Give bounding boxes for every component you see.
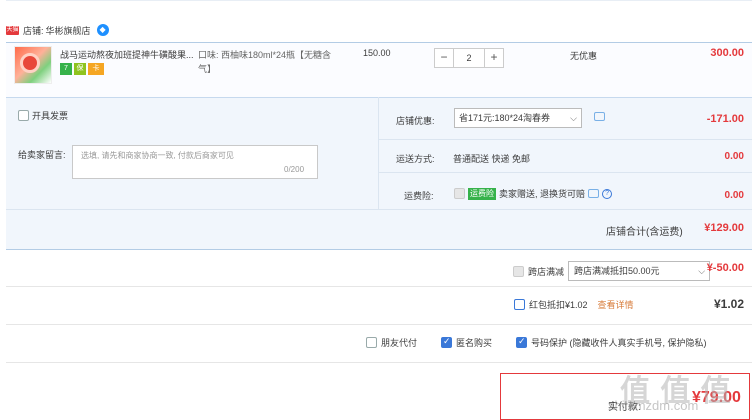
top-divider [6, 0, 752, 1]
qty-minus-button[interactable]: − [434, 48, 454, 68]
redpacket-label: 红包抵扣¥1.02 [529, 300, 588, 310]
insurance-text: 卖家赠送, 退换货可赔 [499, 189, 586, 199]
insurance-checkbox [454, 188, 465, 199]
unit-price: 150.00 [363, 48, 391, 58]
ww-chat-icon[interactable]: ◆ [96, 24, 109, 36]
shop-total-value: ¥129.00 [704, 222, 744, 234]
chevron-down-icon: ⌵ [570, 113, 577, 123]
friend-pay-checkbox[interactable] [366, 337, 377, 348]
cross-store-discount: 跨店满减 跨店满减抵扣50.00元 ⌵ [513, 261, 711, 281]
divider [378, 172, 752, 173]
anonymous-checkbox[interactable] [441, 336, 453, 348]
shipping-method: 普通配送 快递 免邮 [453, 154, 531, 164]
insurance-label: 运费险: [404, 191, 434, 201]
coupon-selected-value: 省171元:180*24淘春券 [459, 113, 551, 123]
redpacket-value: ¥1.02 [713, 297, 744, 311]
grapefruit-image-icon [20, 53, 40, 73]
friend-pay-option[interactable]: 朋友代付 [366, 336, 417, 349]
privacy-checkbox[interactable] [516, 336, 528, 348]
message-textarea[interactable]: 选填, 请先和商家协商一致, 付款后商家可见 [72, 145, 318, 179]
quantity-stepper: − 2 + [434, 48, 504, 68]
shop-discount-label: 店铺优惠: [396, 116, 435, 126]
friend-pay-label: 朋友代付 [381, 338, 418, 348]
coupon-select[interactable]: 省171元:180*24淘春券 ⌵ [454, 108, 582, 128]
shop-discount-value: -171.00 [706, 113, 744, 125]
shop-total-label: 店铺合计(含运费) [606, 227, 683, 238]
cross-discount-select[interactable]: 跨店满减抵扣50.00元 ⌵ [568, 261, 711, 281]
item-total: 300.00 [710, 47, 744, 59]
shop-header: 天猫 店铺: 华彬旗舰店 ◆ [6, 18, 109, 42]
chevron-down-icon: ⌵ [698, 266, 706, 276]
anonymous-option[interactable]: 匿名购买 [441, 336, 492, 349]
cross-discount-selected: 跨店满减抵扣50.00元 [574, 266, 660, 276]
seven-day-return-icon[interactable]: 7 [60, 63, 72, 75]
invoice-label: 开具发票 [32, 111, 69, 121]
help-icon[interactable]: ? [602, 188, 613, 199]
message-label: 给卖家留言: [18, 150, 66, 160]
divider [6, 324, 752, 325]
privacy-option[interactable]: 号码保护 (隐藏收件人真实手机号, 保护隐私) [516, 336, 707, 349]
insurance-tag: 运费险 [468, 187, 496, 200]
shipping-price: 0.00 [724, 151, 744, 162]
message-count: 0/200 [284, 165, 305, 174]
divider [378, 139, 752, 140]
cross-discount-label: 跨店满减 [528, 266, 565, 277]
guarantee-icon[interactable]: 保 [74, 63, 86, 75]
chat-bubble-icon[interactable] [594, 112, 605, 121]
shop-name-link[interactable]: 华彬旗舰店 [46, 24, 91, 37]
shop-label: 店铺: [23, 25, 44, 36]
divider [6, 362, 752, 363]
watermark-url: zhi.smzdm.com [608, 398, 699, 413]
item-discount: 无优惠 [570, 51, 598, 61]
redpacket-option: 红包抵扣¥1.02 查看详情 [514, 298, 634, 311]
checkout-options: 朋友代付 匿名购买 号码保护 (隐藏收件人真实手机号, 保护隐私) [366, 336, 731, 349]
cross-discount-value: ¥-50.00 [706, 262, 744, 274]
redpacket-details-link[interactable]: 查看详情 [598, 298, 634, 311]
divider [6, 286, 752, 287]
item-badges: 7 保 卡 [60, 63, 104, 75]
tmall-icon: 天猫 [6, 25, 19, 35]
insurance-option: 运费险 卖家赠送, 退换货可赔 ? [454, 187, 613, 200]
card-pay-icon[interactable]: 卡 [88, 63, 104, 75]
invoice-checkbox[interactable] [18, 110, 29, 121]
chat-bubble-icon[interactable] [588, 189, 600, 198]
qty-input[interactable]: 2 [454, 48, 484, 68]
anonymous-label: 匿名购买 [456, 338, 493, 348]
divider [6, 209, 752, 210]
item-title-link[interactable]: 战马运动熬夜加班提神牛磺酸果... [60, 48, 195, 61]
insurance-price: 0.00 [724, 190, 744, 201]
qty-plus-button[interactable]: + [484, 48, 504, 68]
cross-discount-checkbox [513, 265, 524, 277]
redpacket-checkbox[interactable] [514, 299, 525, 310]
privacy-label: 号码保护 (隐藏收件人真实手机号, 保护隐私) [531, 338, 707, 348]
invoice-option[interactable]: 开具发票 [18, 109, 68, 122]
item-sku: 口味: 西柚味180ml*24瓶【无糖含气】 [198, 50, 332, 74]
shipping-label: 运送方式: [396, 154, 435, 164]
